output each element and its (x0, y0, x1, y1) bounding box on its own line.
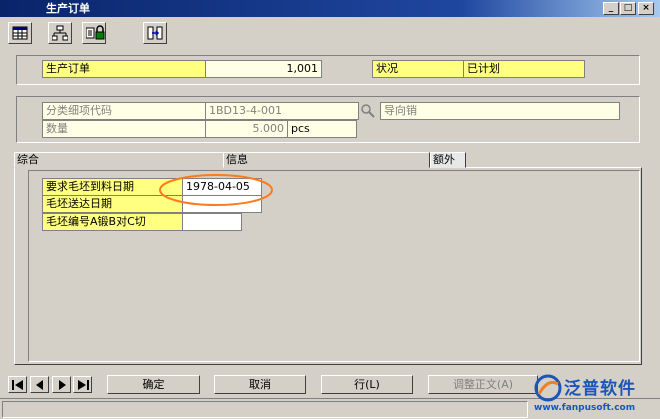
tab-general[interactable]: 综合 (14, 152, 224, 168)
window-title: 生产订单 (46, 2, 90, 15)
watermark-url: www.fanpusoft.com (534, 403, 636, 413)
next-record-button[interactable] (52, 376, 71, 393)
order-label: 生产订单 (42, 60, 206, 78)
first-icon (12, 380, 23, 390)
split-button[interactable] (143, 22, 167, 44)
quantity-field[interactable]: 5.000 (205, 120, 288, 138)
search-icon[interactable] (360, 103, 376, 119)
hierarchy-button[interactable] (48, 22, 72, 44)
order-number-field[interactable]: 1,001 (205, 60, 322, 78)
lock-icon (86, 25, 105, 40)
item-code-field[interactable]: 1BD13-4-001 (205, 102, 359, 120)
maximize-button[interactable]: □ (620, 2, 636, 15)
fanpu-logo-icon (534, 374, 562, 402)
status-label: 状况 (372, 60, 464, 78)
row-button[interactable]: 行(L) (321, 375, 413, 394)
last-record-button[interactable] (73, 376, 92, 393)
previous-icon (36, 380, 43, 390)
watermark-brand: 泛普软件 (564, 379, 636, 399)
watermark: 泛普软件 www.fanpusoft.com (532, 374, 660, 418)
tab-info[interactable]: 信息 (223, 152, 430, 168)
hierarchy-icon (52, 25, 68, 41)
highlight-ellipse (159, 174, 273, 206)
blank-number-label: 毛坯编号A锻B对C切 (42, 213, 183, 231)
minimize-button[interactable]: _ (603, 2, 619, 15)
blank-number-field[interactable] (182, 213, 242, 231)
title-bar: 生产订单 _ □ × (0, 0, 660, 17)
next-icon (59, 380, 66, 390)
cancel-button[interactable]: 取消 (214, 375, 306, 394)
status-value: 已计划 (463, 60, 585, 78)
quantity-unit: pcs (287, 120, 357, 138)
item-description-field: 导向销 (380, 102, 620, 120)
last-icon (78, 380, 89, 390)
tab-extra[interactable]: 额外 (430, 152, 466, 168)
close-button[interactable]: × (638, 2, 654, 15)
first-record-button[interactable] (8, 376, 27, 393)
adjust-text-button[interactable]: 调整正文(A) (428, 375, 538, 394)
split-icon (147, 26, 163, 40)
item-code-label: 分类细项代码 (42, 102, 206, 120)
quantity-label: 数量 (42, 120, 206, 138)
grid-view-button[interactable] (8, 22, 32, 44)
toolbar (0, 17, 660, 47)
lock-button[interactable] (82, 22, 106, 44)
previous-record-button[interactable] (30, 376, 49, 393)
grid-icon (12, 26, 28, 40)
ok-button[interactable]: 确定 (107, 375, 200, 394)
status-pane-main (2, 401, 528, 418)
